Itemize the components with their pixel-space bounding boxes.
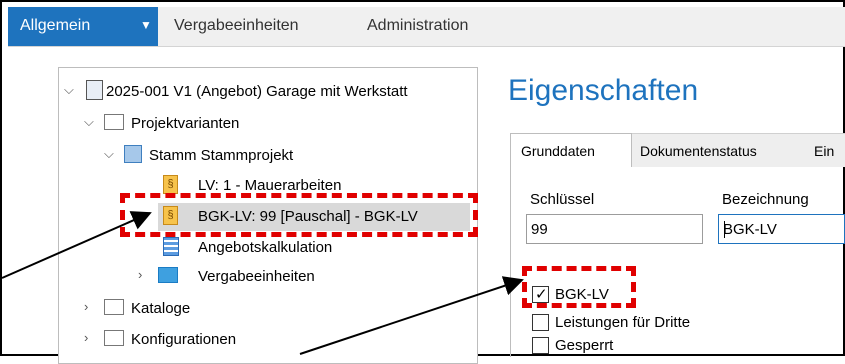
- annotation-arrows: [1, 211, 524, 355]
- arrow-to-tree-item: [1, 211, 152, 279]
- arrow-to-checkbox: [299, 276, 524, 355]
